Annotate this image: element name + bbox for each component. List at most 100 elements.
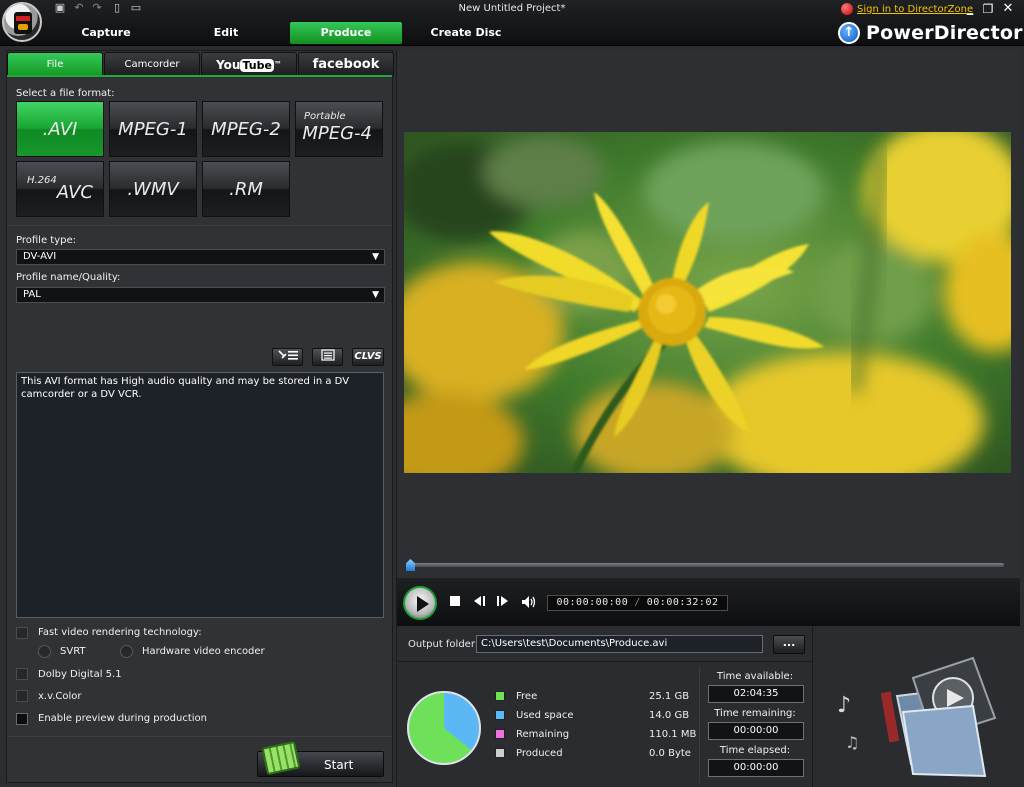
legend-swatch-produced [495,748,505,758]
profile-type-label: Profile type: [16,235,76,246]
legend-value: 110.1 [649,729,678,740]
format-name: MPEG-4 [302,123,372,144]
youtube-you: You [216,58,241,72]
profile-type-value: DV-AVI [23,251,57,262]
legend-label: Remaining [516,729,570,740]
divider [7,736,392,737]
time-remaining-label: Time remaining: [714,708,796,719]
remaining-value: 110.1 MB [649,729,696,740]
clvs-button[interactable]: CLVS [352,348,384,366]
format-name: .RM [229,179,263,200]
settings-list-icon [277,350,298,360]
used-value: 14.0 GB [649,710,689,721]
close-button[interactable]: ✕ [1000,2,1016,16]
legend-value: 0.0 [649,748,665,759]
minimize-button[interactable]: _ [962,2,978,16]
upload-icon[interactable]: ↑ [838,22,860,44]
start-button[interactable]: Start [257,740,384,777]
tab-youtube[interactable]: You Tube ™ [201,52,297,76]
youtube-tube: Tube [240,59,274,72]
free-value: 25.1 GB [649,691,689,702]
signin-label[interactable]: Sign in to DirectorZone [857,4,973,15]
signin-link[interactable]: Sign in to DirectorZone [841,2,973,16]
format-wmv[interactable]: .WMV [109,161,197,217]
xvcolor-label: x.v.Color [38,691,82,702]
timecode-display: 00:00:00:00 / 00:00:32:02 [547,595,728,611]
profile-name-label: Profile name/Quality: [16,272,121,283]
legend-unit: Byte [668,748,691,759]
restore-button[interactable]: ❐ [980,2,996,16]
film-folder-icon: ♪ ♫ [837,656,997,778]
time-elapsed-value: 00:00:00 [708,759,804,777]
fast-render-checkbox[interactable] [16,627,28,639]
tab-facebook[interactable]: facebook [298,52,394,76]
seek-handle[interactable] [406,559,415,571]
stop-icon [450,596,460,606]
format-mpeg4[interactable]: Portable MPEG-4 [295,101,383,157]
next-frame-button[interactable] [495,595,511,611]
legend-swatch-remaining [495,729,505,739]
legend-swatch-used [495,710,505,720]
format-rm[interactable]: .RM [202,161,290,217]
format-mpeg1[interactable]: MPEG-1 [109,101,197,157]
preview-checkbox[interactable] [16,713,28,725]
legend-unit: MB [680,729,697,740]
legend-value: 14.0 [649,710,672,721]
legend-label: Produced [516,748,563,759]
format-name: MPEG-1 [118,119,188,140]
tab-camcorder[interactable]: Camcorder [104,52,200,76]
preview-label: Enable preview during production [38,713,207,724]
tab-edit[interactable]: Edit [170,22,282,44]
list-icon [320,349,335,361]
disk-usage-pie [407,691,481,765]
format-avi[interactable]: .AVI [16,101,104,157]
svg-text:♫: ♫ [845,733,859,752]
seek-bar[interactable] [413,563,1004,567]
fast-render-label: Fast video rendering technology: [38,627,202,638]
profile-type-select[interactable]: DV-AVI ▼ [16,249,385,265]
volume-button[interactable] [521,595,537,611]
output-folder-label: Output folder: [408,639,479,650]
start-label: Start [324,758,354,772]
video-preview[interactable] [404,132,1011,473]
tab-produce[interactable]: Produce [290,22,402,44]
time-elapsed-label: Time elapsed: [719,745,791,756]
film-icon [261,740,301,776]
format-prefix: Portable [304,111,346,122]
tab-underline [7,75,392,77]
tab-create-disc[interactable]: Create Disc [410,22,522,44]
time-available-label: Time available: [716,671,794,682]
legend-unit: GB [674,710,690,721]
hw-encoder-radio[interactable] [120,645,133,658]
play-button[interactable] [403,586,437,620]
divider [7,225,392,226]
tab-file[interactable]: File [7,52,103,76]
format-name: .WMV [127,179,179,200]
file-format-label: Select a file format: [16,88,115,99]
profile-details-button[interactable] [312,348,343,366]
production-animation: ♪ ♫ [812,626,1024,787]
svrt-radio[interactable] [38,645,51,658]
dolby-checkbox[interactable] [16,668,28,680]
format-avc[interactable]: H.264 AVC [16,161,104,217]
svg-text:♪: ♪ [837,693,851,718]
profile-name-select[interactable]: PAL ▼ [16,287,385,303]
previous-frame-icon [474,596,485,606]
xvcolor-checkbox[interactable] [16,690,28,702]
legend-swatch-free [495,691,505,701]
format-mpeg2[interactable]: MPEG-2 [202,101,290,157]
stop-button[interactable] [447,595,463,611]
tab-capture[interactable]: Capture [50,22,162,44]
output-folder-field[interactable]: C:\Users\test\Documents\Produce.avi [476,635,763,653]
chevron-down-icon: ▼ [372,290,379,300]
youtube-tm: ™ [273,60,282,69]
previous-frame-button[interactable] [471,595,487,611]
browse-button[interactable]: ... [773,635,805,654]
brand[interactable]: ↑ PowerDirector [838,21,1023,45]
player-controls: 00:00:00:00 / 00:00:32:02 [396,578,1020,626]
legend-label: Free [516,691,538,702]
dolby-label: Dolby Digital 5.1 [38,669,122,680]
current-time: 00:00:00:00 [556,597,629,608]
profile-settings-button[interactable] [272,348,303,366]
brand-name: PowerDirector [866,22,1023,44]
